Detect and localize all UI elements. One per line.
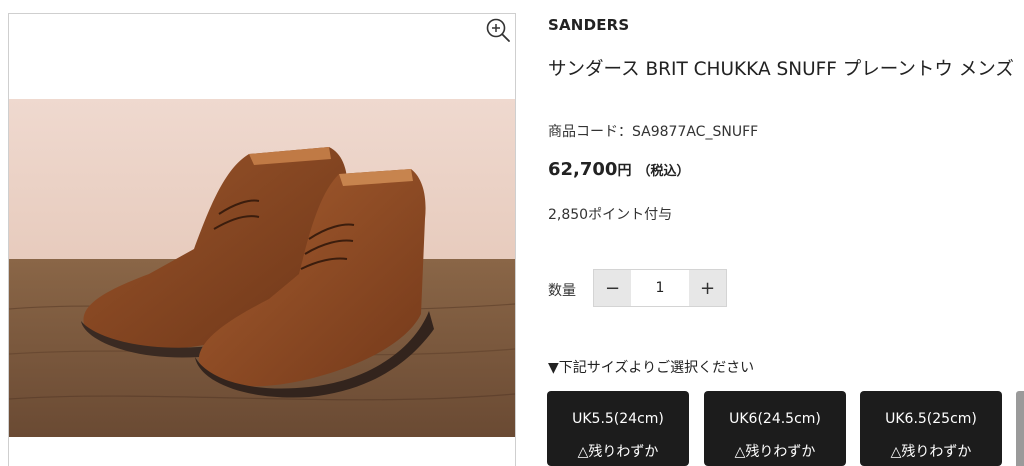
brand-name: SANDERS	[548, 16, 630, 34]
quantity-label: 数量	[548, 283, 576, 299]
quantity-stepper: − 1 +	[593, 269, 727, 307]
size-option-uk5-5[interactable]: UK5.5(24cm) △残りわずか	[547, 391, 689, 466]
quantity-input[interactable]: 1	[631, 270, 689, 306]
product-price: 62,700円 （税込）	[548, 159, 689, 180]
size-label: UK6(24.5cm)	[729, 411, 821, 427]
product-code: 商品コード：SA9877AC_SNUFF	[548, 124, 759, 140]
stock-status: △残りわずか	[577, 444, 659, 460]
price-tax-label: （税込）	[637, 164, 690, 179]
product-image[interactable]	[9, 99, 515, 437]
quantity-increase-button[interactable]: +	[689, 270, 726, 306]
size-option-uk6[interactable]: UK6(24.5cm) △残りわずか	[704, 391, 846, 466]
size-label: UK6.5(25cm)	[885, 411, 977, 427]
stock-status: △残りわずか	[734, 444, 816, 460]
product-title: サンダース BRIT CHUKKA SNUFF プレーントウ メンズ	[548, 59, 1014, 80]
quantity-decrease-button[interactable]: −	[594, 270, 631, 306]
product-gallery	[8, 13, 516, 466]
size-option-next-partial[interactable]	[1016, 391, 1024, 466]
size-selection-heading: ▼下記サイズよりご選択ください	[548, 360, 755, 376]
price-unit: 円	[617, 163, 632, 179]
stock-status: △残りわずか	[890, 444, 972, 460]
price-number: 62,700	[548, 159, 618, 180]
reward-points: 2,850ポイント付与	[548, 207, 673, 223]
size-option-uk6-5[interactable]: UK6.5(25cm) △残りわずか	[860, 391, 1002, 466]
size-label: UK5.5(24cm)	[572, 411, 664, 427]
zoom-in-icon[interactable]	[485, 17, 511, 43]
